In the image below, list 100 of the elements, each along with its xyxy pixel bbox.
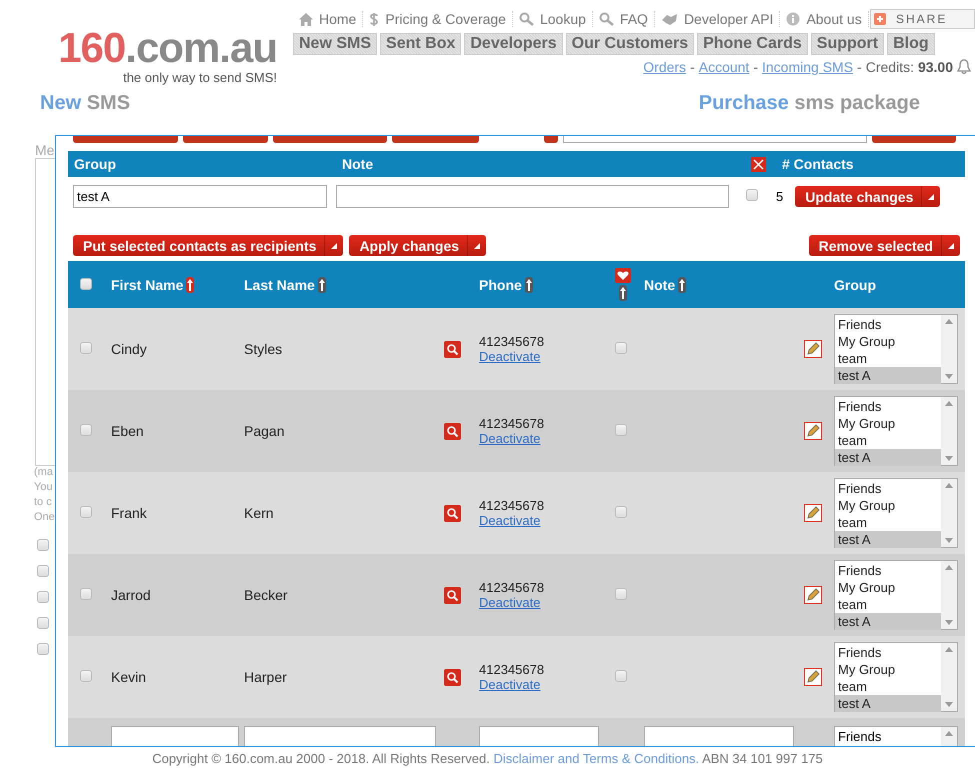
favourite-checkbox[interactable] xyxy=(615,506,627,518)
checkbox[interactable] xyxy=(37,565,49,577)
top-link[interactable]: Home xyxy=(319,11,356,27)
scrollbar[interactable] xyxy=(941,479,957,547)
nav-tab[interactable]: Our Customers xyxy=(566,33,694,55)
search-icon[interactable] xyxy=(444,504,461,522)
group-listbox[interactable]: Friends My Group team test A xyxy=(834,560,958,630)
group-option[interactable]: test A xyxy=(835,531,941,548)
group-option[interactable]: test A xyxy=(835,695,941,712)
row-checkbox[interactable] xyxy=(80,342,92,354)
deactivate-link[interactable]: Deactivate xyxy=(479,431,609,446)
arrow-up-icon[interactable] xyxy=(945,731,953,736)
group-listbox[interactable]: Friends My Group team test A xyxy=(834,478,958,548)
scrollbar[interactable] xyxy=(941,561,957,629)
row-checkbox[interactable] xyxy=(80,670,92,682)
action-button[interactable]: Apply changes xyxy=(349,235,486,256)
deactivate-link[interactable]: Deactivate xyxy=(479,677,609,692)
group-option[interactable]: Friends xyxy=(835,644,941,661)
search-icon[interactable] xyxy=(444,668,461,686)
pencil-icon[interactable] xyxy=(804,422,822,440)
arrow-up-icon[interactable] xyxy=(945,401,953,406)
pencil-icon[interactable] xyxy=(804,586,822,604)
arrow-up-icon[interactable] xyxy=(945,647,953,652)
site-logo[interactable]: 160.com.au xyxy=(58,28,277,68)
row-checkbox[interactable] xyxy=(80,506,92,518)
arrow-up-icon[interactable] xyxy=(945,319,953,324)
top-link[interactable]: Pricing & Coverage xyxy=(385,11,506,27)
action-button[interactable]: Remove selected xyxy=(808,235,960,256)
column-header[interactable]: Phone xyxy=(479,276,522,292)
account-link[interactable]: Account xyxy=(698,59,750,75)
nav-tab[interactable]: Developers xyxy=(464,33,563,55)
nav-tab[interactable]: Blog xyxy=(887,33,935,55)
deactivate-link[interactable]: Deactivate xyxy=(479,513,609,528)
search-field[interactable] xyxy=(563,136,867,143)
deactivate-link[interactable]: Deactivate xyxy=(479,595,609,610)
group-option[interactable]: Friends xyxy=(835,562,941,579)
pencil-icon[interactable] xyxy=(804,340,822,358)
favourite-checkbox[interactable] xyxy=(615,588,627,600)
column-header[interactable]: First Name xyxy=(111,276,184,292)
checkbox[interactable] xyxy=(37,643,49,655)
top-link[interactable]: FAQ xyxy=(620,11,648,27)
row-checkbox[interactable] xyxy=(80,424,92,436)
bell-icon[interactable] xyxy=(957,59,971,75)
search-icon[interactable] xyxy=(444,586,461,604)
group-option[interactable]: My Group xyxy=(835,497,941,514)
top-link[interactable]: Developer API xyxy=(684,11,774,27)
checkbox[interactable] xyxy=(37,591,49,603)
share-button[interactable]: SHARE xyxy=(870,9,975,29)
sort-arrow-icon[interactable] xyxy=(678,276,686,292)
sort-arrow-icon[interactable] xyxy=(186,276,194,292)
top-link[interactable]: About us xyxy=(806,11,862,27)
group-option[interactable]: team xyxy=(835,596,941,613)
favourite-checkbox[interactable] xyxy=(615,342,627,354)
note-field[interactable] xyxy=(644,726,794,746)
note-field[interactable] xyxy=(336,185,729,208)
sort-arrow-icon[interactable] xyxy=(619,285,627,301)
arrow-down-icon[interactable] xyxy=(945,456,953,461)
group-option[interactable]: team xyxy=(835,432,941,449)
nav-tab[interactable]: Phone Cards xyxy=(697,33,808,55)
close-icon[interactable] xyxy=(751,156,766,172)
group-listbox[interactable]: Friends My Group team test A xyxy=(834,314,958,384)
arrow-down-icon[interactable] xyxy=(945,620,953,625)
update-changes-button[interactable]: Update changes xyxy=(795,186,940,207)
nav-tab[interactable]: New SMS xyxy=(293,33,378,55)
sort-arrow-icon[interactable] xyxy=(318,276,326,292)
group-listbox[interactable]: Friends My Group team test A xyxy=(834,642,958,712)
group-listbox[interactable]: Friends xyxy=(834,726,958,746)
arrow-up-icon[interactable] xyxy=(945,565,953,570)
scrollbar[interactable] xyxy=(941,315,957,383)
group-option[interactable]: team xyxy=(835,350,941,367)
group-option[interactable]: Friends xyxy=(835,480,941,497)
phone-field[interactable] xyxy=(479,726,599,746)
last-name-field[interactable] xyxy=(244,726,436,746)
account-link[interactable]: Orders xyxy=(643,59,686,75)
group-option[interactable]: team xyxy=(835,514,941,531)
search-icon[interactable] xyxy=(444,340,461,358)
deactivate-link[interactable]: Deactivate xyxy=(479,349,609,364)
arrow-down-icon[interactable] xyxy=(945,702,953,707)
arrow-down-icon[interactable] xyxy=(945,374,953,379)
group-listbox[interactable]: Friends My Group team test A xyxy=(834,396,958,466)
group-option[interactable]: My Group xyxy=(835,661,941,678)
nav-tab[interactable]: Support xyxy=(810,33,884,55)
first-name-field[interactable] xyxy=(111,726,239,746)
terms-link[interactable]: Disclaimer and Terms & Conditions. xyxy=(493,751,700,766)
search-icon[interactable] xyxy=(444,422,461,440)
group-option[interactable]: Friends xyxy=(835,398,941,415)
favourite-checkbox[interactable] xyxy=(615,670,627,682)
arrow-down-icon[interactable] xyxy=(945,538,953,543)
group-option[interactable]: test A xyxy=(835,367,941,384)
pencil-icon[interactable] xyxy=(804,504,822,522)
action-button[interactable]: Put selected contacts as recipients xyxy=(73,235,344,256)
top-link[interactable]: Lookup xyxy=(540,11,586,27)
select-all-checkbox[interactable] xyxy=(80,278,92,290)
arrow-up-icon[interactable] xyxy=(945,483,953,488)
group-option[interactable]: Friends xyxy=(835,728,941,745)
group-option[interactable]: Friends xyxy=(835,316,941,333)
group-option[interactable]: team xyxy=(835,678,941,695)
pencil-icon[interactable] xyxy=(804,668,822,686)
column-header[interactable]: Note xyxy=(644,276,676,292)
checkbox[interactable] xyxy=(37,539,49,551)
